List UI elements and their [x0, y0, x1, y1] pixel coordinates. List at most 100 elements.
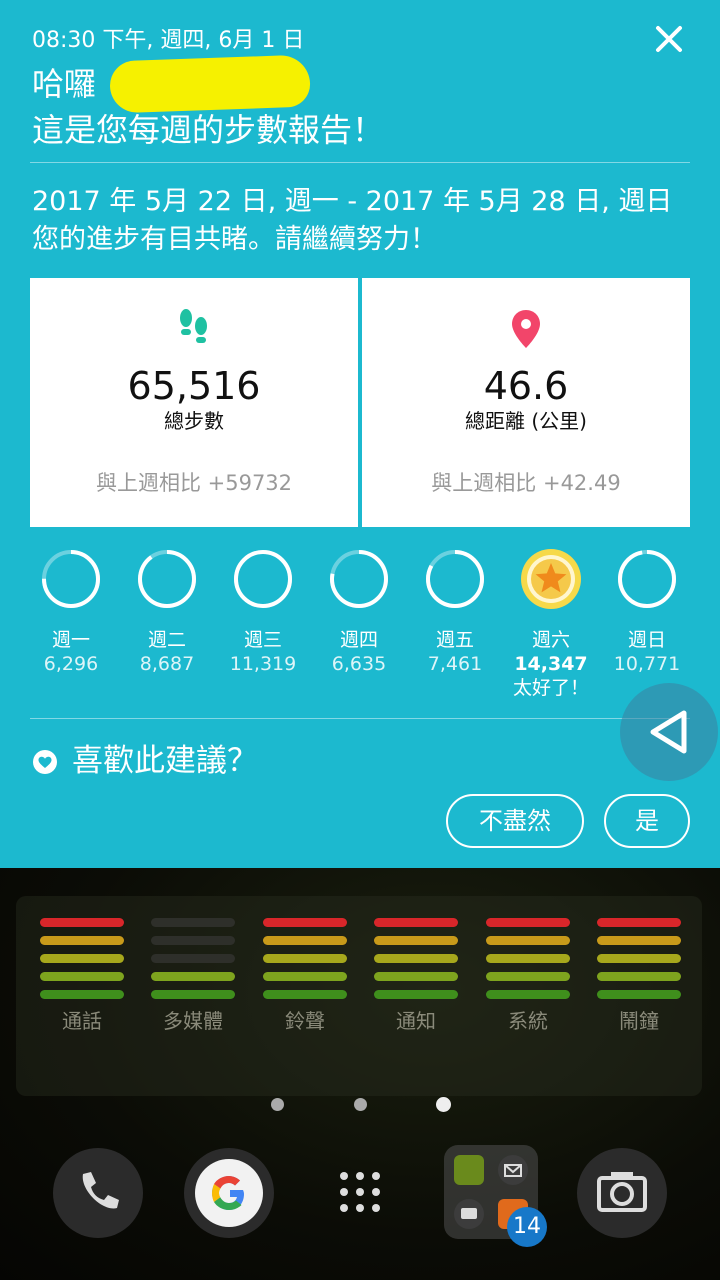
volume-level-bar [263, 936, 347, 945]
volume-level-bar [486, 972, 570, 981]
day-name: 週一 [51, 629, 90, 651]
volume-level-bar [40, 990, 124, 999]
volume-level-bar [40, 954, 124, 963]
day-name: 週三 [243, 629, 282, 651]
volume-level-bar [486, 918, 570, 927]
volume-level-bar [263, 990, 347, 999]
day-progress-ring [234, 550, 292, 608]
page-dot-current[interactable] [436, 1097, 451, 1112]
volume-system[interactable]: 系統 [483, 918, 573, 1034]
volume-level-bar [151, 972, 235, 981]
progress-message: 您的進步有目共睹。請繼續努力！ [32, 224, 437, 255]
not-really-button[interactable]: 不盡然 [446, 794, 584, 848]
phone-icon [82, 1172, 119, 1209]
day-name: 週日 [627, 629, 666, 651]
volume-media[interactable]: 多媒體 [148, 918, 238, 1034]
distance-compare: 與上週相比 +42.49 [431, 471, 621, 495]
volume-level-bar [151, 918, 235, 927]
volume-level-bar [40, 918, 124, 927]
volume-level-bar [597, 918, 681, 927]
heart-icon [33, 750, 57, 774]
day-progress-ring [42, 550, 100, 608]
volume-level-bar [374, 936, 458, 945]
google-app[interactable] [184, 1148, 274, 1238]
day-progress-ring [618, 550, 676, 608]
divider [30, 162, 690, 163]
volume-level-bar [374, 918, 458, 927]
volume-level-bar [151, 990, 235, 999]
volume-level-bar [40, 972, 124, 981]
volume-label: 通話 [62, 1009, 102, 1033]
day-monday: 週一 6,296 [23, 548, 119, 676]
day-progress-ring [426, 550, 484, 608]
volume-level-bar [40, 936, 124, 945]
volume-level-bar [374, 954, 458, 963]
redaction-mark [109, 54, 311, 114]
yes-button[interactable]: 是 [604, 794, 690, 848]
volume-call[interactable]: 通話 [37, 918, 127, 1034]
volume-level-bar [263, 954, 347, 963]
page-dot[interactable] [354, 1098, 367, 1111]
weekly-step-report-card: 08:30 下午, 週四, 6月 1 日 哈囉 這是您每週的步數報告！ 2017… [0, 0, 720, 868]
day-saturday: 週六 14,347 太好了！ [503, 548, 599, 700]
day-progress-ring [138, 550, 196, 608]
day-steps: 14,347 [514, 653, 588, 675]
volume-ringtone[interactable]: 鈴聲 [260, 918, 350, 1034]
day-steps: 6,635 [331, 653, 387, 675]
day-name: 週四 [339, 629, 378, 651]
greeting: 哈囉 [32, 65, 97, 103]
star-badge-icon [521, 549, 581, 609]
volume-level-bar [374, 990, 458, 999]
day-wednesday: 週三 11,319 [215, 548, 311, 676]
phone-app[interactable] [53, 1148, 143, 1238]
page-dot[interactable] [271, 1098, 284, 1111]
day-steps: 7,461 [427, 653, 483, 675]
divider [30, 718, 690, 719]
day-steps: 11,319 [229, 653, 297, 675]
report-subtitle: 這是您每週的步數報告！ [32, 111, 385, 149]
volume-level-bar [486, 936, 570, 945]
day-steps: 8,687 [139, 653, 195, 675]
volume-level-bar [374, 972, 458, 981]
volume-label: 通知 [396, 1009, 436, 1033]
volume-label: 鈴聲 [285, 1009, 325, 1033]
notification-timestamp: 08:30 下午, 週四, 6月 1 日 [32, 28, 305, 53]
volume-label: 鬧鐘 [619, 1009, 659, 1033]
volume-level-bar [151, 936, 235, 945]
day-tuesday: 週二 8,687 [119, 548, 215, 676]
day-friday: 週五 7,461 [407, 548, 503, 676]
volume-level-bar [151, 954, 235, 963]
volume-level-bar [263, 972, 347, 981]
volume-level-bar [597, 954, 681, 963]
day-sunday: 週日 10,771 [599, 548, 695, 676]
steps-compare: 與上週相比 +59732 [95, 471, 293, 495]
volume-level-bar [486, 990, 570, 999]
volume-level-bar [597, 972, 681, 981]
footsteps-icon [180, 309, 207, 343]
volume-alarm[interactable]: 鬧鐘 [594, 918, 684, 1034]
volume-label: 多媒體 [163, 1009, 223, 1033]
day-thursday: 週四 6,635 [311, 548, 407, 676]
volume-level-bar [597, 936, 681, 945]
volume-level-bar [263, 918, 347, 927]
volume-level-bar [486, 954, 570, 963]
back-triangle-icon [650, 710, 687, 754]
feedback-question: 喜歡此建議？ [72, 743, 258, 779]
app-drawer-icon[interactable] [334, 1166, 386, 1218]
notification-count-badge: 14 [507, 1207, 547, 1247]
close-icon[interactable] [648, 18, 690, 60]
location-pin-icon [512, 310, 540, 348]
day-steps: 6,296 [43, 653, 99, 675]
volume-notification[interactable]: 通知 [371, 918, 461, 1034]
day-progress-ring [330, 550, 388, 608]
total-steps-tile: 65,516 總步數 與上週相比 +59732 [30, 278, 358, 527]
volume-level-bar [597, 990, 681, 999]
total-distance-value: 46.6 [483, 364, 569, 408]
camera-icon [597, 1172, 647, 1212]
day-name: 週二 [147, 629, 186, 651]
floating-back-button[interactable] [620, 683, 718, 781]
total-steps-value: 65,516 [127, 364, 261, 408]
day-steps: 10,771 [613, 653, 681, 675]
google-icon [195, 1159, 263, 1227]
camera-app[interactable] [577, 1148, 667, 1238]
